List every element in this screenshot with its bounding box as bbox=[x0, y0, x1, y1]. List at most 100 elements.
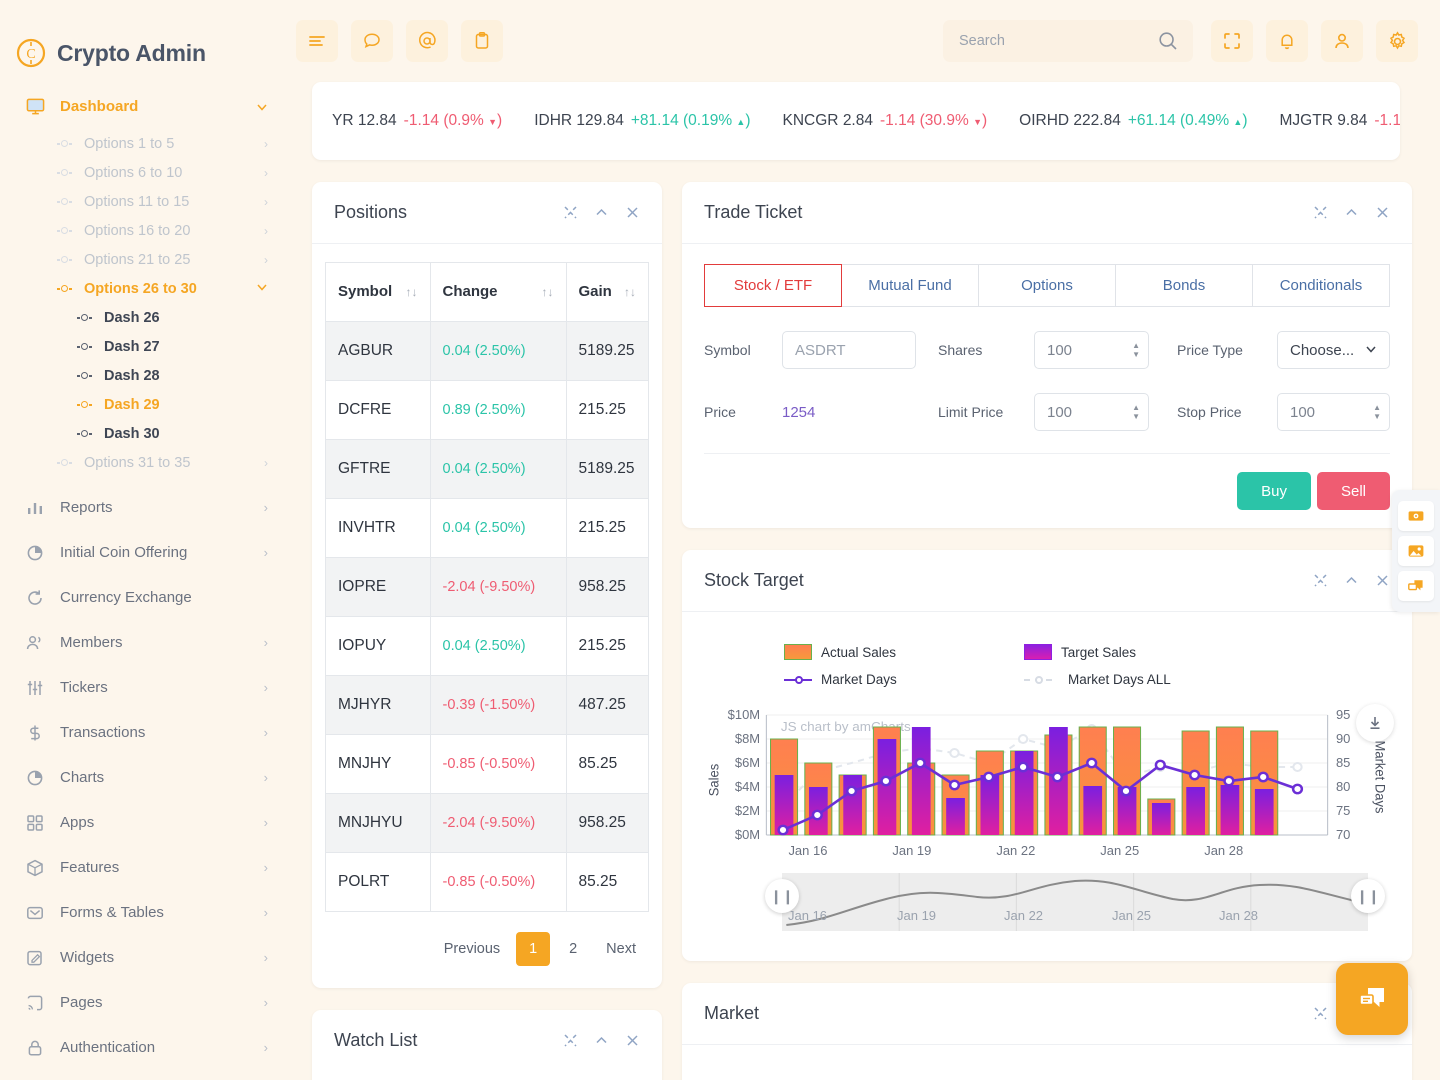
sidebar-subitem-options-11-15[interactable]: Options 11 to 15 › bbox=[0, 187, 290, 216]
at-icon[interactable] bbox=[406, 20, 448, 62]
ticker-pct: (0.19% bbox=[683, 112, 737, 129]
sidebar-item-dash-28[interactable]: Dash 28 bbox=[0, 361, 290, 390]
close-icon[interactable] bbox=[625, 1033, 640, 1048]
sidebar-item-widgets[interactable]: Widgets › bbox=[0, 935, 290, 980]
column-header-symbol[interactable]: Symbol ↑↓ bbox=[326, 263, 431, 322]
table-row[interactable]: IOPRE -2.04 (-9.50%) 958.25 bbox=[326, 556, 648, 617]
sidebar-item-dash-26[interactable]: Dash 26 bbox=[0, 303, 290, 332]
sidebar-item-dashboard[interactable]: Dashboard bbox=[0, 84, 290, 129]
search-icon[interactable] bbox=[1157, 30, 1179, 52]
table-row[interactable]: INVHTR 0.04 (2.50%) 215.25 bbox=[326, 497, 648, 558]
stepper-arrows-icon[interactable]: ▲ ▼ bbox=[1373, 404, 1381, 421]
table-row[interactable]: MNJHYU -2.04 (-9.50%) 958.25 bbox=[326, 792, 648, 853]
move-icon[interactable] bbox=[1313, 205, 1328, 220]
pagination-page-2[interactable]: 2 bbox=[556, 932, 590, 966]
stepper-arrows-icon[interactable]: ▲ ▼ bbox=[1132, 342, 1140, 359]
collapse-icon[interactable] bbox=[1344, 573, 1359, 588]
sidebar-subitem-options-31-35[interactable]: Options 31 to 35 › bbox=[0, 448, 290, 477]
table-row[interactable]: POLRT -0.85 (-0.50%) 85.25 bbox=[326, 851, 648, 912]
ticker-item[interactable]: KNCGR 2.84 -1.14 (30.9% ▼) bbox=[783, 112, 988, 130]
ticker-item[interactable]: YR 12.84 -1.14 (0.9% ▼) bbox=[332, 112, 502, 130]
chat-icon[interactable] bbox=[1398, 571, 1434, 601]
menu-icon[interactable] bbox=[296, 20, 338, 62]
limit-price-stepper[interactable]: 100 ▲ ▼ bbox=[1034, 393, 1149, 431]
sidebar-item-dash-29[interactable]: Dash 29 bbox=[0, 390, 290, 419]
buy-button[interactable]: Buy bbox=[1237, 472, 1311, 510]
sidebar-item-currency-exchange[interactable]: Currency Exchange bbox=[0, 575, 290, 620]
ticker-item[interactable]: IDHR 129.84 +81.14 (0.19% ▲) bbox=[534, 112, 750, 130]
sidebar-subitem-options-16-20[interactable]: Options 16 to 20 › bbox=[0, 216, 290, 245]
sidebar-item-tickers[interactable]: Tickers › bbox=[0, 665, 290, 710]
pagination-previous[interactable]: Previous bbox=[434, 932, 510, 966]
close-icon[interactable] bbox=[625, 205, 640, 220]
table-row[interactable]: AGBUR 0.04 (2.50%) 5189.25 bbox=[326, 320, 648, 381]
message-icon[interactable] bbox=[351, 20, 393, 62]
bell-icon[interactable] bbox=[1266, 20, 1308, 62]
table-row[interactable]: IOPUY 0.04 (2.50%) 215.25 bbox=[326, 615, 648, 676]
ticker-item[interactable]: MJGTR 9.84 -1.14 (0 bbox=[1280, 112, 1400, 130]
sort-icon: ↑↓ bbox=[624, 284, 636, 299]
column-header-change[interactable]: Change ↑↓ bbox=[430, 263, 567, 322]
symbol-input[interactable]: ASDRT bbox=[782, 331, 916, 369]
sell-button[interactable]: Sell bbox=[1316, 472, 1390, 510]
fullscreen-icon[interactable] bbox=[1211, 20, 1253, 62]
sidebar-item-forms-tables[interactable]: Forms & Tables › bbox=[0, 890, 290, 935]
sidebar-subitem-options-1-5[interactable]: Options 1 to 5 › bbox=[0, 129, 290, 158]
search-input[interactable] bbox=[957, 32, 1157, 50]
legend-item-target-sales[interactable]: Target Sales bbox=[1024, 644, 1264, 660]
table-row[interactable]: DCFRE 0.89 (2.50%) 215.25 bbox=[326, 379, 648, 440]
sidebar-item-authentication[interactable]: Authentication › bbox=[0, 1025, 290, 1070]
sidebar-item-dash-27[interactable]: Dash 27 bbox=[0, 332, 290, 361]
legend-item-market-days-all[interactable]: Market Days ALL bbox=[1024, 672, 1264, 687]
sidebar-item-dash-30[interactable]: Dash 30 bbox=[0, 419, 290, 448]
wallet-icon[interactable] bbox=[1398, 501, 1434, 531]
legend-item-market-days[interactable]: Market Days bbox=[784, 672, 1024, 687]
ticker-item[interactable]: OIRHD 222.84 +61.14 (0.49% ▲) bbox=[1019, 112, 1247, 130]
sidebar-subitem-options-21-25[interactable]: Options 21 to 25 › bbox=[0, 245, 290, 274]
sidebar-item-features[interactable]: Features › bbox=[0, 845, 290, 890]
tab-options[interactable]: Options bbox=[979, 264, 1116, 307]
brand[interactable]: C Crypto Admin bbox=[0, 0, 290, 84]
clipboard-icon[interactable] bbox=[461, 20, 503, 62]
shares-stepper[interactable]: 100 ▲ ▼ bbox=[1034, 331, 1149, 369]
user-icon[interactable] bbox=[1321, 20, 1363, 62]
move-icon[interactable] bbox=[563, 1033, 578, 1048]
sidebar-item-initial-coin-offering[interactable]: Initial Coin Offering › bbox=[0, 530, 290, 575]
tab-mutual-fund[interactable]: Mutual Fund bbox=[842, 264, 979, 307]
table-row[interactable]: GFTRE 0.04 (2.50%) 5189.25 bbox=[326, 438, 648, 499]
close-icon[interactable] bbox=[1375, 573, 1390, 588]
pagination-next[interactable]: Next bbox=[596, 932, 646, 966]
sidebar-subitem-options-26-30[interactable]: Options 26 to 30 bbox=[0, 274, 290, 303]
sidebar-item-transactions[interactable]: Transactions › bbox=[0, 710, 290, 755]
stop-price-stepper[interactable]: 100 ▲ ▼ bbox=[1277, 393, 1390, 431]
table-row[interactable]: MJHYR -0.39 (-1.50%) 487.25 bbox=[326, 674, 648, 735]
close-icon[interactable] bbox=[1375, 205, 1390, 220]
chart-scrollbar[interactable]: ❙❙ ❙❙ Jan 16 Jan 19 Jan 22 Jan 25 Jan 28 bbox=[765, 873, 1385, 931]
column-header-gain[interactable]: Gain ↑↓ bbox=[566, 263, 648, 322]
pagination-page-1[interactable]: 1 bbox=[516, 931, 551, 966]
chat-bubble-icon[interactable] bbox=[1336, 963, 1408, 1035]
search-box[interactable] bbox=[943, 20, 1193, 62]
sidebar-item-pages[interactable]: Pages › bbox=[0, 980, 290, 1025]
tab-bonds[interactable]: Bonds bbox=[1116, 264, 1253, 307]
stepper-arrows-icon[interactable]: ▲ ▼ bbox=[1132, 404, 1140, 421]
legend-item-actual-sales[interactable]: Actual Sales bbox=[784, 644, 1024, 660]
move-icon[interactable] bbox=[563, 205, 578, 220]
sidebar-item-reports[interactable]: Reports › bbox=[0, 485, 290, 530]
image-icon[interactable] bbox=[1398, 536, 1434, 566]
move-icon[interactable] bbox=[1313, 573, 1328, 588]
collapse-icon[interactable] bbox=[594, 1033, 609, 1048]
sidebar-item-apps[interactable]: Apps › bbox=[0, 800, 290, 845]
table-row[interactable]: MNJHY -0.85 (-0.50%) 85.25 bbox=[326, 733, 648, 794]
move-icon[interactable] bbox=[1313, 1006, 1328, 1021]
tab-conditionals[interactable]: Conditionals bbox=[1253, 264, 1390, 307]
gear-icon[interactable] bbox=[1376, 20, 1418, 62]
collapse-icon[interactable] bbox=[1344, 205, 1359, 220]
price-type-select[interactable]: Choose... bbox=[1277, 331, 1390, 369]
sidebar-item-charts[interactable]: Charts › bbox=[0, 755, 290, 800]
scrollbar-right-grip[interactable]: ❙❙ bbox=[1351, 879, 1385, 913]
tab-stock-etf[interactable]: Stock / ETF bbox=[704, 264, 842, 307]
sidebar-item-members[interactable]: Members › bbox=[0, 620, 290, 665]
collapse-icon[interactable] bbox=[594, 205, 609, 220]
sidebar-subitem-options-6-10[interactable]: Options 6 to 10 › bbox=[0, 158, 290, 187]
